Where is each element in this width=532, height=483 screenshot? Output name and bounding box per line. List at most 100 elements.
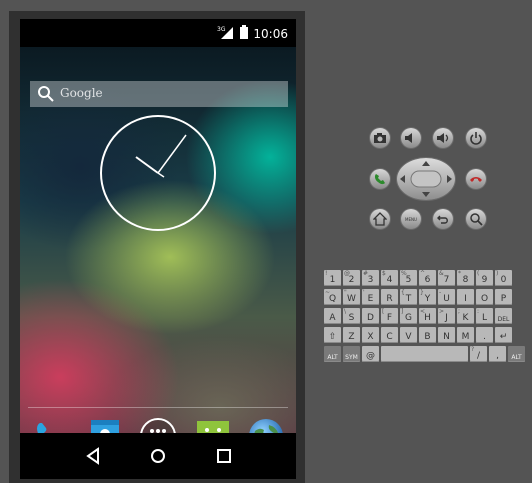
analog-clock-widget[interactable] [100, 115, 216, 231]
key-g[interactable]: ] G [400, 308, 417, 324]
menu-button[interactable]: MENU [401, 209, 421, 229]
key-h[interactable]: < H [419, 308, 436, 324]
key-.[interactable]: . [476, 327, 493, 343]
key-2[interactable]: @2 [343, 270, 360, 286]
back-icon [86, 447, 99, 465]
camera-button[interactable] [370, 128, 390, 148]
home-icon [373, 212, 387, 226]
key-label: . [483, 332, 486, 342]
key-/[interactable]: ? / [470, 346, 487, 362]
key-r[interactable]: R [381, 289, 398, 305]
key-del[interactable]: DEL [495, 308, 512, 324]
key-v[interactable]: V [400, 327, 417, 343]
key-label: ⇧ [328, 332, 337, 342]
dpad[interactable] [397, 158, 455, 200]
key-label: V [405, 332, 412, 342]
key-0[interactable]: ) 0 [495, 270, 512, 286]
key-label: 7 [443, 275, 450, 285]
volume-up-button[interactable] [433, 128, 453, 148]
key-z[interactable]: Z [343, 327, 360, 343]
search-placeholder: Google [60, 86, 103, 100]
key-@[interactable]: @ [362, 346, 379, 362]
home-hardware-button[interactable] [370, 209, 390, 229]
key-label: B [424, 332, 431, 342]
key-a[interactable]: A [324, 308, 341, 324]
key-8[interactable]: * 8 [457, 270, 474, 286]
key-label: U [443, 294, 450, 304]
back-hardware-button[interactable] [433, 209, 453, 229]
phone-screen[interactable]: 3G 10:06 Google [20, 19, 296, 479]
key-label: 0 [500, 275, 507, 285]
key-7[interactable]: & 7 [438, 270, 455, 286]
hardware-keyboard: ! 1 @2 #3 $4% 5 ^ 6 & 7 * 8(9) 0 ~ Q " W ' E R{T} Y - U I O P A \ S D… [321, 270, 532, 374]
key-,[interactable]: , [489, 346, 506, 362]
key-label: 4 [386, 275, 393, 285]
key-alt[interactable]: ALT [508, 346, 525, 362]
key-label: X [367, 332, 374, 342]
key-space[interactable] [381, 346, 468, 362]
key-u[interactable]: -U [438, 289, 455, 305]
key-f[interactable]: [F [381, 308, 398, 324]
key-label: O [480, 294, 489, 304]
key-⇧[interactable]: ⇧ [324, 327, 341, 343]
volume-up-icon [437, 133, 449, 143]
key-label: H [424, 313, 431, 323]
key-q[interactable]: ~ Q [324, 289, 341, 305]
key-e[interactable]: ' E [362, 289, 379, 305]
search-hardware-button[interactable] [466, 209, 486, 229]
key-m[interactable]: M [457, 327, 474, 343]
search-icon [470, 213, 483, 226]
status-time: 10:06 [253, 26, 288, 41]
key-y[interactable]: } Y [419, 289, 436, 305]
key-d[interactable]: D [362, 308, 379, 324]
recents-icon [217, 449, 231, 463]
key-label: G [405, 313, 412, 323]
key-label: 5 [405, 275, 412, 285]
key-↵[interactable]: ↵ [495, 327, 512, 343]
key-l[interactable]: :L [476, 308, 493, 324]
key-6[interactable]: ^ 6 [419, 270, 436, 286]
key-label: N [443, 332, 450, 342]
key-label: SYM [345, 354, 358, 361]
signal-icon: 3G [217, 25, 235, 42]
end-call-icon [470, 177, 482, 182]
key-p[interactable]: P [495, 289, 512, 305]
key-1[interactable]: ! 1 [324, 270, 341, 286]
key-sym[interactable]: SYM [343, 346, 360, 362]
key-t[interactable]: {T [400, 289, 417, 305]
google-search-bar[interactable]: Google [30, 81, 288, 107]
volume-down-button[interactable] [401, 128, 421, 148]
key-n[interactable]: N [438, 327, 455, 343]
recents-button[interactable] [212, 445, 236, 467]
key-alt[interactable]: ALT [324, 346, 341, 362]
key-s[interactable]: \ S [343, 308, 360, 324]
call-button[interactable] [370, 169, 390, 189]
status-bar: 3G 10:06 [20, 19, 296, 47]
key-w[interactable]: " W [343, 289, 360, 305]
key-label: 2 [348, 275, 355, 285]
power-button[interactable] [466, 128, 486, 148]
home-circle-icon [151, 449, 165, 463]
key-3[interactable]: #3 [362, 270, 379, 286]
key-k[interactable]: ; K [457, 308, 474, 324]
key-5[interactable]: % 5 [400, 270, 417, 286]
home-button[interactable] [146, 445, 170, 467]
key-label: C [386, 332, 393, 342]
navigation-bar [20, 433, 296, 479]
back-button[interactable] [82, 445, 106, 467]
battery-icon [240, 25, 249, 42]
key-c[interactable]: C [381, 327, 398, 343]
key-label: F [386, 313, 393, 323]
key-o[interactable]: O [476, 289, 493, 305]
key-j[interactable]: > J [438, 308, 455, 324]
key-x[interactable]: X [362, 327, 379, 343]
network-type-label: 3G [217, 26, 226, 33]
end-call-button[interactable] [466, 169, 486, 189]
key-4[interactable]: $4 [381, 270, 398, 286]
key-label: A [329, 313, 336, 323]
key-label: W [347, 294, 356, 304]
menu-icon: MENU [405, 217, 417, 222]
key-b[interactable]: B [419, 327, 436, 343]
key-9[interactable]: (9 [476, 270, 493, 286]
key-i[interactable]: I [457, 289, 474, 305]
